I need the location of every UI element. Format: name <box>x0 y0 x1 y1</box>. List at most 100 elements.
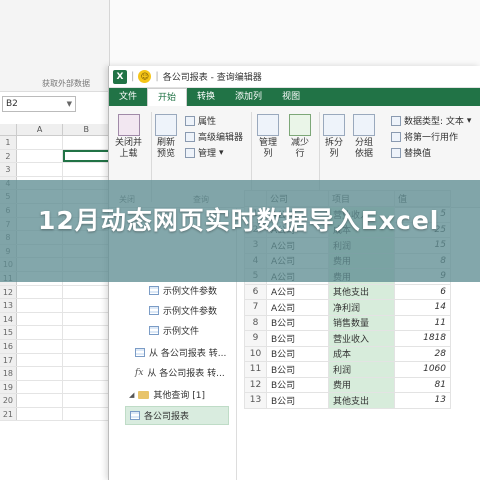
cell[interactable] <box>17 326 64 339</box>
cell[interactable] <box>17 136 64 149</box>
smiley-feedback-icon[interactable]: ☺ <box>138 70 152 83</box>
item-cell[interactable]: 营业收入 <box>328 330 395 347</box>
query-item[interactable]: 示例文件参数 <box>149 304 217 317</box>
query-item-selected[interactable]: 各公司报表 <box>125 406 229 425</box>
column-header-b[interactable]: B <box>63 124 110 135</box>
tab-transform[interactable]: 转换 <box>187 88 225 106</box>
item-cell[interactable]: 净利润 <box>328 299 395 316</box>
tab-file[interactable]: 文件 <box>109 88 147 106</box>
collapse-triangle-icon[interactable]: ◢ <box>129 391 134 399</box>
advanced-editor-button[interactable]: 高级编辑器 <box>185 130 243 143</box>
row-header[interactable]: 1 <box>0 136 17 149</box>
group-by-button[interactable]: 分组 依据 <box>353 114 375 160</box>
value-cell[interactable]: 6 <box>394 283 451 300</box>
query-item[interactable]: 示例文件参数 <box>149 284 217 297</box>
cell[interactable] <box>63 285 110 299</box>
excel-row[interactable]: 16 <box>0 339 110 354</box>
reduce-rows-button[interactable]: 减少 行 <box>289 114 311 160</box>
value-cell[interactable]: 1818 <box>394 330 451 347</box>
excel-row[interactable]: 13 <box>0 299 110 313</box>
item-cell[interactable]: 销售数量 <box>328 314 395 331</box>
excel-row[interactable]: 12 <box>0 285 110 300</box>
name-box[interactable]: B2 ▼ <box>2 96 76 112</box>
properties-button[interactable]: 属性 <box>185 114 216 127</box>
table-row[interactable]: 12 B公司 费用 81 <box>244 376 451 393</box>
company-cell[interactable]: B公司 <box>266 376 329 393</box>
cell[interactable] <box>63 326 110 339</box>
excel-row[interactable]: 19 <box>0 380 110 395</box>
company-cell[interactable]: A公司 <box>266 299 329 316</box>
cell[interactable] <box>17 380 64 394</box>
row-number[interactable]: 7 <box>244 299 267 316</box>
row-header[interactable]: 19 <box>0 380 17 394</box>
row-number[interactable]: 12 <box>244 376 267 393</box>
row-header[interactable]: 20 <box>0 394 17 407</box>
company-cell[interactable]: B公司 <box>266 345 329 362</box>
row-header[interactable]: 15 <box>0 326 17 339</box>
value-cell[interactable]: 28 <box>394 345 451 362</box>
excel-row[interactable]: 2 <box>0 149 110 164</box>
company-cell[interactable]: B公司 <box>266 314 329 331</box>
cell[interactable] <box>17 407 64 421</box>
query-item[interactable]: fx 从 各公司报表 转... <box>135 366 225 380</box>
item-cell[interactable]: 其他支出 <box>328 283 395 300</box>
row-number[interactable]: 11 <box>244 361 267 378</box>
company-cell[interactable]: B公司 <box>266 330 329 347</box>
company-cell[interactable]: B公司 <box>266 392 329 409</box>
row-header[interactable]: 18 <box>0 367 17 380</box>
split-column-button[interactable]: 拆分 列 <box>323 114 345 160</box>
excel-row[interactable]: 17 <box>0 353 110 368</box>
cell[interactable] <box>17 299 64 312</box>
data-type-dropdown[interactable]: 数据类型: 文本 ▾ <box>391 114 471 127</box>
cell[interactable] <box>17 353 64 367</box>
row-header[interactable]: 13 <box>0 299 17 312</box>
query-item[interactable]: 从 各公司报表 转... <box>135 346 226 359</box>
cell[interactable] <box>63 339 110 353</box>
cell[interactable] <box>17 312 64 326</box>
value-cell[interactable]: 81 <box>394 376 451 393</box>
cell[interactable] <box>63 136 110 149</box>
column-header-a[interactable]: A <box>17 124 64 135</box>
row-header[interactable]: 21 <box>0 407 17 421</box>
item-cell[interactable]: 成本 <box>328 345 395 362</box>
row-number[interactable]: 6 <box>244 283 267 300</box>
table-row[interactable]: 9 B公司 营业收入 1818 <box>244 330 451 347</box>
excel-row[interactable]: 18 <box>0 367 110 381</box>
cell[interactable] <box>17 394 64 407</box>
selected-cell[interactable] <box>63 149 110 163</box>
chevron-down-icon[interactable]: ▼ <box>67 97 72 111</box>
table-row[interactable]: 7 A公司 净利润 14 <box>244 299 451 316</box>
refresh-preview-button[interactable]: 刷新 预览 <box>155 114 177 160</box>
cell[interactable] <box>63 163 110 176</box>
excel-row[interactable]: 20 <box>0 394 110 408</box>
value-cell[interactable]: 14 <box>394 299 451 316</box>
row-header[interactable]: 17 <box>0 353 17 367</box>
row-number[interactable]: 10 <box>244 345 267 362</box>
manage-button[interactable]: 管理 ▾ <box>185 146 224 159</box>
cell[interactable] <box>63 312 110 326</box>
excel-row[interactable]: 15 <box>0 326 110 340</box>
row-header[interactable]: 12 <box>0 285 17 299</box>
cell[interactable] <box>17 367 64 380</box>
excel-row[interactable]: 3 <box>0 163 110 177</box>
table-row[interactable]: 10 B公司 成本 28 <box>244 345 451 362</box>
row-header[interactable]: 2 <box>0 149 17 163</box>
row-number[interactable]: 8 <box>244 314 267 331</box>
value-cell[interactable]: 13 <box>394 392 451 409</box>
cell[interactable] <box>17 339 64 353</box>
row-header[interactable]: 16 <box>0 339 17 353</box>
excel-row[interactable]: 14 <box>0 312 110 327</box>
cell[interactable] <box>17 285 64 299</box>
cell[interactable] <box>17 149 64 163</box>
replace-values-button[interactable]: 替换值 <box>391 146 431 159</box>
cell[interactable] <box>63 353 110 367</box>
item-cell[interactable]: 利润 <box>328 361 395 378</box>
table-row[interactable]: 8 B公司 销售数量 11 <box>244 314 451 331</box>
value-cell[interactable]: 1060 <box>394 361 451 378</box>
manage-columns-button[interactable]: 管理 列 <box>257 114 279 160</box>
table-row[interactable]: 11 B公司 利润 1060 <box>244 361 451 378</box>
cell[interactable] <box>63 367 110 380</box>
table-row[interactable]: 6 A公司 其他支出 6 <box>244 283 451 300</box>
row-number[interactable]: 13 <box>244 392 267 409</box>
tab-add-column[interactable]: 添加列 <box>225 88 272 106</box>
